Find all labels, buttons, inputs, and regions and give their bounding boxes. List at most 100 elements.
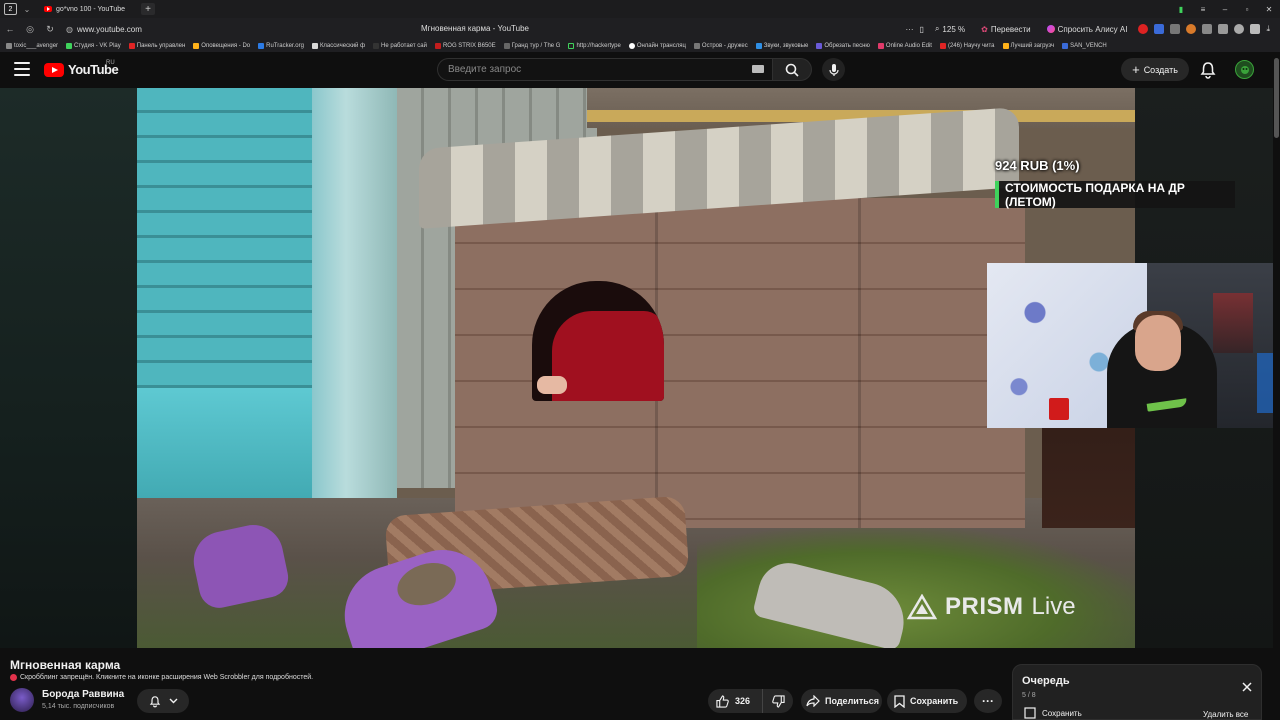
bookmark-item[interactable]: toxic___avenger: [6, 43, 58, 49]
bookmark-item[interactable]: Звуки, звуковые: [755, 43, 808, 49]
search-input[interactable]: Введите запрос: [437, 58, 772, 81]
extension-shield-icon[interactable]: [1202, 24, 1213, 34]
channel-avatar[interactable]: [10, 688, 34, 712]
channel-name[interactable]: Борода Раввина: [42, 689, 124, 700]
bookmark-item[interactable]: RuTracker.org: [258, 43, 304, 49]
extension-puzzle-icon[interactable]: [1218, 24, 1229, 34]
extension-orange-icon[interactable]: [1186, 24, 1197, 34]
bookmark-favicon-icon: [693, 43, 700, 49]
share-button[interactable]: Поделиться: [801, 689, 882, 713]
bookmark-item[interactable]: Остров - дружес: [693, 43, 748, 49]
webcam-face: [1135, 315, 1181, 371]
close-icon[interactable]: [1240, 680, 1254, 694]
like-button[interactable]: 326: [708, 689, 763, 713]
account-avatar[interactable]: [1235, 60, 1254, 79]
dislike-button[interactable]: [763, 689, 793, 713]
page-scrollbar[interactable]: [1273, 52, 1280, 720]
bookmark-favicon-icon: [311, 43, 318, 49]
url-field[interactable]: ◍ www.youtube.com: [66, 25, 142, 34]
bookmark-favicon-icon: [66, 43, 73, 49]
save-button[interactable]: Сохранить: [887, 689, 967, 713]
bookmark-item[interactable]: Панель управлен: [128, 43, 185, 49]
bookmark-item[interactable]: Лучший загрузч: [1002, 43, 1054, 49]
scrollbar-thumb[interactable]: [1274, 58, 1279, 138]
tab-count-badge[interactable]: 2: [4, 3, 17, 15]
queue-save-button[interactable]: Сохранить: [1024, 707, 1082, 719]
hamburger-menu-icon[interactable]: [14, 62, 30, 76]
tab-menu-chevron-icon[interactable]: ⌄: [20, 2, 34, 16]
video-frame[interactable]: PRISM Live: [137, 88, 1135, 648]
search-placeholder: Введите запрос: [448, 64, 522, 75]
scene-blue-wall: [137, 88, 312, 388]
browser-extension-icon[interactable]: ▮: [1170, 5, 1192, 14]
bookmark-favicon-icon: [373, 43, 380, 49]
alisa-button[interactable]: Спросить Алису AI: [1042, 23, 1133, 36]
new-tab-button[interactable]: +: [141, 3, 156, 15]
bookmark-item[interactable]: http://hackertype: [568, 43, 621, 49]
queue-delete-all-button[interactable]: Удалить все: [1203, 710, 1248, 719]
bookmark-item[interactable]: Оповещения - Do: [193, 43, 250, 49]
watermark-prism: PRISM: [945, 593, 1024, 620]
browser-menu-icon[interactable]: ≡: [1192, 5, 1214, 14]
create-button[interactable]: + Создать: [1121, 58, 1189, 81]
translate-button[interactable]: ✿ Перевести: [976, 23, 1036, 36]
prism-logo-icon: [907, 594, 937, 620]
bookmark-favicon-icon: [128, 43, 135, 49]
bookmark-item[interactable]: Классический ф: [311, 43, 365, 49]
queue-save-label: Сохранить: [1042, 708, 1082, 718]
zoom-indicator[interactable]: ⌕ 125 %: [930, 22, 970, 36]
scrobbler-text: Скробблинг запрещён. Кликните на иконке …: [20, 674, 314, 681]
close-window-icon[interactable]: ✕: [1258, 5, 1280, 14]
extension-light-icon[interactable]: [1234, 24, 1245, 34]
search-button[interactable]: [772, 58, 812, 81]
translate-label: Перевести: [990, 24, 1031, 34]
extension-red-icon[interactable]: [1138, 24, 1149, 34]
reload-button-icon[interactable]: ↻: [40, 24, 60, 35]
voice-search-button[interactable]: [822, 58, 845, 81]
extension-grey-icon[interactable]: [1170, 24, 1181, 34]
more-options-icon[interactable]: ···: [906, 25, 914, 34]
youtube-favicon-icon: [44, 6, 52, 12]
bookmark-item[interactable]: Online Audio Edit: [877, 43, 932, 49]
more-actions-button[interactable]: ···: [974, 689, 1002, 713]
bookmark-item[interactable]: Студия - VK Play: [66, 43, 121, 49]
browser-tab-active[interactable]: go*vno 100 - YouTube: [38, 2, 131, 16]
video-title: Мгновенная карма: [10, 658, 121, 672]
queue-panel: Очередь 5 / 8 Сохранить Удалить все: [1012, 664, 1262, 720]
extension-screenshot-icon[interactable]: [1250, 24, 1261, 34]
maximize-window-icon[interactable]: ▫: [1236, 5, 1258, 14]
bookmark-favicon-icon: [1062, 43, 1069, 49]
bookmark-item[interactable]: Гранд тур / The G: [503, 43, 560, 49]
notifications-bell-icon[interactable]: [1199, 61, 1217, 79]
bookmark-item[interactable]: ROG STRIX B650E: [434, 43, 496, 49]
back-button-icon[interactable]: ←: [0, 24, 20, 34]
home-button-icon[interactable]: ◎: [20, 24, 40, 35]
extension-blue-icon[interactable]: [1154, 24, 1165, 34]
donation-goal-bar: СТОИМОСТЬ ПОДАРКА НА ДР (ЛЕТОМ): [995, 181, 1235, 209]
url-text: www.youtube.com: [76, 24, 142, 34]
watermark-live: Live: [1031, 593, 1076, 620]
youtube-play-icon: [44, 62, 64, 77]
youtube-logo[interactable]: YouTube RU: [44, 60, 119, 77]
subscription-notifications-button[interactable]: [137, 689, 189, 713]
microphone-icon: [828, 63, 839, 76]
bookmark-favicon-icon: [939, 43, 946, 49]
keyboard-icon[interactable]: [752, 65, 764, 73]
bookmark-item[interactable]: Обрезать песню: [816, 43, 870, 49]
download-icon[interactable]: ⤓: [1266, 24, 1270, 34]
video-player[interactable]: PRISM Live: [0, 88, 1280, 648]
prism-live-watermark: PRISM Live: [907, 593, 1076, 621]
bookmark-favicon-icon: [628, 43, 635, 49]
bookmark-item[interactable]: (246) Научу чита: [939, 43, 995, 49]
page-title: Мгновенная карма - YouTube: [421, 24, 529, 33]
search-icon: [785, 63, 799, 77]
bookmark-item[interactable]: Не работает сай: [373, 43, 427, 49]
more-horizontal-icon: ···: [982, 694, 994, 708]
minimize-window-icon[interactable]: –: [1214, 5, 1236, 14]
bookmark-icon[interactable]: ▯: [920, 25, 924, 34]
plus-icon: +: [1132, 62, 1140, 77]
subscriber-count: 5,14 тыс. подписчиков: [42, 703, 115, 710]
bookmark-item[interactable]: SAN_VENCH: [1062, 43, 1107, 49]
bookmark-item[interactable]: Онлайн трансляц: [628, 43, 686, 49]
bookmark-favicon-icon: [6, 43, 12, 49]
